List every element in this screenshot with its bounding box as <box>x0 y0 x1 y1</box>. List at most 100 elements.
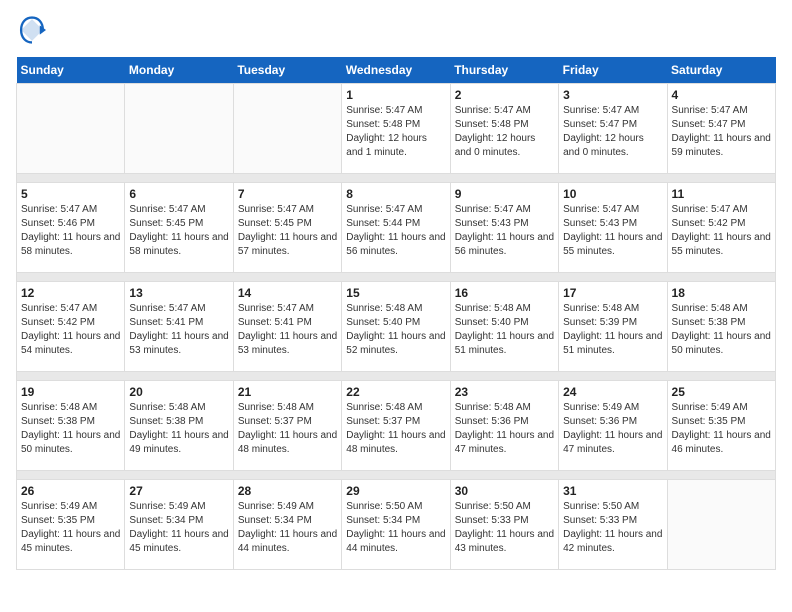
calendar-cell: 10 Sunrise: 5:47 AM Sunset: 5:43 PM Dayli… <box>559 183 667 273</box>
day-info: Sunrise: 5:49 AM Sunset: 5:35 PM Dayligh… <box>21 500 120 556</box>
logo-icon <box>18 16 46 44</box>
logo <box>16 16 46 49</box>
day-info: Sunrise: 5:48 AM Sunset: 5:36 PM Dayligh… <box>455 401 554 457</box>
column-header-thursday: Thursday <box>450 57 558 84</box>
day-info: Sunrise: 5:47 AM Sunset: 5:46 PM Dayligh… <box>21 203 120 259</box>
day-number: 2 <box>455 88 554 102</box>
day-number: 26 <box>21 484 120 498</box>
day-number: 3 <box>563 88 662 102</box>
calendar-cell: 15Sunrise: 5:48 AM Sunset: 5:40 PM Dayli… <box>342 282 450 372</box>
calendar-cell: 26 Sunrise: 5:49 AM Sunset: 5:35 PM Dayli… <box>17 480 125 570</box>
day-info: Sunrise: 5:47 AM Sunset: 5:47 PM Dayligh… <box>563 104 662 160</box>
calendar-cell: 16 Sunrise: 5:48 AM Sunset: 5:40 PM Dayli… <box>450 282 558 372</box>
day-number: 4 <box>672 88 771 102</box>
calendar-cell: 2 Sunrise: 5:47 AM Sunset: 5:48 PM Daylig… <box>450 84 558 174</box>
calendar-cell: 25Sunrise: 5:49 AM Sunset: 5:35 PM Dayli… <box>667 381 775 471</box>
week-separator <box>17 372 776 381</box>
calendar-cell: 8 Sunrise: 5:47 AM Sunset: 5:44 PM Daylig… <box>342 183 450 273</box>
day-number: 10 <box>563 187 662 201</box>
day-info: Sunrise: 5:47 AM Sunset: 5:44 PM Dayligh… <box>346 203 445 259</box>
week-row-4: 19Sunrise: 5:48 AM Sunset: 5:38 PM Dayli… <box>17 381 776 471</box>
day-number: 28 <box>238 484 337 498</box>
calendar-cell: 30 Sunrise: 5:50 AM Sunset: 5:33 PM Dayli… <box>450 480 558 570</box>
week-row-5: 26 Sunrise: 5:49 AM Sunset: 5:35 PM Dayli… <box>17 480 776 570</box>
day-info: Sunrise: 5:48 AM Sunset: 5:38 PM Dayligh… <box>672 302 771 358</box>
day-info: Sunrise: 5:50 AM Sunset: 5:33 PM Dayligh… <box>563 500 662 556</box>
day-number: 14 <box>238 286 337 300</box>
day-number: 5 <box>21 187 120 201</box>
day-info: Sunrise: 5:50 AM Sunset: 5:34 PM Dayligh… <box>346 500 445 556</box>
day-info: Sunrise: 5:47 AM Sunset: 5:43 PM Dayligh… <box>563 203 662 259</box>
day-info: Sunrise: 5:48 AM Sunset: 5:40 PM Dayligh… <box>346 302 445 358</box>
day-info: Sunrise: 5:49 AM Sunset: 5:35 PM Dayligh… <box>672 401 771 457</box>
day-number: 6 <box>129 187 228 201</box>
calendar-cell: 5 Sunrise: 5:47 AM Sunset: 5:46 PM Daylig… <box>17 183 125 273</box>
calendar-cell: 17 Sunrise: 5:48 AM Sunset: 5:39 PM Dayli… <box>559 282 667 372</box>
day-info: Sunrise: 5:47 AM Sunset: 5:42 PM Dayligh… <box>21 302 120 358</box>
day-info: Sunrise: 5:47 AM Sunset: 5:41 PM Dayligh… <box>129 302 228 358</box>
day-info: Sunrise: 5:47 AM Sunset: 5:47 PM Dayligh… <box>672 104 771 160</box>
calendar-table: SundayMondayTuesdayWednesdayThursdayFrid… <box>16 57 776 570</box>
calendar-cell: 4 Sunrise: 5:47 AM Sunset: 5:47 PM Daylig… <box>667 84 775 174</box>
calendar-cell: 7Sunrise: 5:47 AM Sunset: 5:45 PM Daylig… <box>233 183 341 273</box>
calendar-header-row: SundayMondayTuesdayWednesdayThursdayFrid… <box>17 57 776 84</box>
column-header-sunday: Sunday <box>17 57 125 84</box>
calendar-cell: 28 Sunrise: 5:49 AM Sunset: 5:34 PM Dayli… <box>233 480 341 570</box>
day-number: 12 <box>21 286 120 300</box>
day-info: Sunrise: 5:47 AM Sunset: 5:41 PM Dayligh… <box>238 302 337 358</box>
day-info: Sunrise: 5:49 AM Sunset: 5:34 PM Dayligh… <box>238 500 337 556</box>
day-number: 29 <box>346 484 445 498</box>
day-number: 21 <box>238 385 337 399</box>
day-info: Sunrise: 5:47 AM Sunset: 5:42 PM Dayligh… <box>672 203 771 259</box>
day-number: 16 <box>455 286 554 300</box>
week-separator <box>17 174 776 183</box>
calendar-cell <box>667 480 775 570</box>
calendar-cell: 27Sunrise: 5:49 AM Sunset: 5:34 PM Dayli… <box>125 480 233 570</box>
day-number: 22 <box>346 385 445 399</box>
day-info: Sunrise: 5:48 AM Sunset: 5:37 PM Dayligh… <box>238 401 337 457</box>
day-info: Sunrise: 5:48 AM Sunset: 5:40 PM Dayligh… <box>455 302 554 358</box>
day-number: 11 <box>672 187 771 201</box>
day-number: 30 <box>455 484 554 498</box>
calendar-cell: 13Sunrise: 5:47 AM Sunset: 5:41 PM Dayli… <box>125 282 233 372</box>
calendar-cell: 6 Sunrise: 5:47 AM Sunset: 5:45 PM Daylig… <box>125 183 233 273</box>
column-header-wednesday: Wednesday <box>342 57 450 84</box>
day-info: Sunrise: 5:47 AM Sunset: 5:45 PM Dayligh… <box>129 203 228 259</box>
calendar-cell: 20Sunrise: 5:48 AM Sunset: 5:38 PM Dayli… <box>125 381 233 471</box>
page-header <box>16 16 776 49</box>
calendar-cell: 21 Sunrise: 5:48 AM Sunset: 5:37 PM Dayli… <box>233 381 341 471</box>
day-number: 9 <box>455 187 554 201</box>
day-info: Sunrise: 5:48 AM Sunset: 5:39 PM Dayligh… <box>563 302 662 358</box>
column-header-tuesday: Tuesday <box>233 57 341 84</box>
calendar-cell <box>125 84 233 174</box>
calendar-cell: 23Sunrise: 5:48 AM Sunset: 5:36 PM Dayli… <box>450 381 558 471</box>
calendar-cell: 29 Sunrise: 5:50 AM Sunset: 5:34 PM Dayli… <box>342 480 450 570</box>
day-info: Sunrise: 5:49 AM Sunset: 5:36 PM Dayligh… <box>563 401 662 457</box>
week-row-3: 12 Sunrise: 5:47 AM Sunset: 5:42 PM Dayli… <box>17 282 776 372</box>
calendar-cell <box>233 84 341 174</box>
day-info: Sunrise: 5:47 AM Sunset: 5:43 PM Dayligh… <box>455 203 554 259</box>
day-info: Sunrise: 5:49 AM Sunset: 5:34 PM Dayligh… <box>129 500 228 556</box>
day-number: 18 <box>672 286 771 300</box>
week-separator <box>17 273 776 282</box>
calendar-cell: 19Sunrise: 5:48 AM Sunset: 5:38 PM Dayli… <box>17 381 125 471</box>
calendar-cell: 11 Sunrise: 5:47 AM Sunset: 5:42 PM Dayli… <box>667 183 775 273</box>
column-header-monday: Monday <box>125 57 233 84</box>
day-info: Sunrise: 5:48 AM Sunset: 5:37 PM Dayligh… <box>346 401 445 457</box>
week-row-2: 5 Sunrise: 5:47 AM Sunset: 5:46 PM Daylig… <box>17 183 776 273</box>
calendar-cell: 24 Sunrise: 5:49 AM Sunset: 5:36 PM Dayli… <box>559 381 667 471</box>
day-info: Sunrise: 5:47 AM Sunset: 5:48 PM Dayligh… <box>455 104 554 160</box>
calendar-cell: 14 Sunrise: 5:47 AM Sunset: 5:41 PM Dayli… <box>233 282 341 372</box>
calendar-cell <box>17 84 125 174</box>
day-info: Sunrise: 5:50 AM Sunset: 5:33 PM Dayligh… <box>455 500 554 556</box>
calendar-cell: 31Sunrise: 5:50 AM Sunset: 5:33 PM Dayli… <box>559 480 667 570</box>
day-number: 1 <box>346 88 445 102</box>
column-header-saturday: Saturday <box>667 57 775 84</box>
calendar-cell: 22 Sunrise: 5:48 AM Sunset: 5:37 PM Dayli… <box>342 381 450 471</box>
day-info: Sunrise: 5:47 AM Sunset: 5:45 PM Dayligh… <box>238 203 337 259</box>
day-number: 24 <box>563 385 662 399</box>
calendar-cell: 1Sunrise: 5:47 AM Sunset: 5:48 PM Daylig… <box>342 84 450 174</box>
calendar-cell: 18 Sunrise: 5:48 AM Sunset: 5:38 PM Dayli… <box>667 282 775 372</box>
day-number: 8 <box>346 187 445 201</box>
day-number: 17 <box>563 286 662 300</box>
